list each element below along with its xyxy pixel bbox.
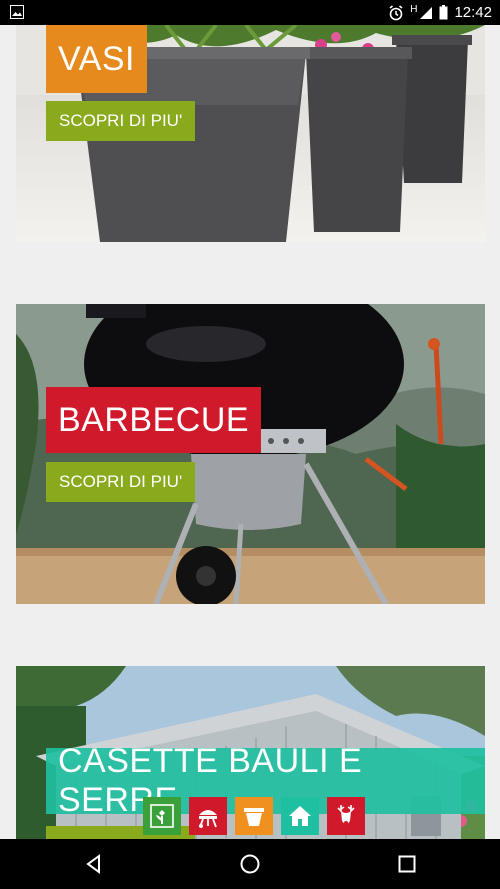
home-icon: [240, 854, 260, 874]
discover-more-button-barbecue[interactable]: SCOPRI DI PIU': [46, 462, 196, 502]
recents-button[interactable]: [377, 839, 437, 889]
back-icon: [86, 854, 100, 874]
signal-icon: [419, 6, 433, 20]
home-button[interactable]: [220, 839, 280, 889]
barbecue-icon[interactable]: [189, 797, 227, 835]
content-area[interactable]: VASI SCOPRI DI PIU' BARBECUE SCOPRI DI P…: [0, 25, 500, 839]
house-icon[interactable]: [281, 797, 319, 835]
category-card-vasi[interactable]: VASI SCOPRI DI PIU': [16, 25, 485, 242]
barbecue-photo: [16, 304, 485, 604]
category-card-barbecue[interactable]: BARBECUE SCOPRI DI PIU': [16, 304, 485, 604]
image-notification-icon: [10, 5, 24, 19]
clock: 12:42: [454, 4, 492, 21]
network-type-label: H: [410, 4, 418, 15]
status-bar: H 12:42: [0, 0, 500, 25]
category-icon-strip: [143, 797, 365, 835]
navigation-bar: [0, 839, 500, 889]
battery-icon: [439, 5, 448, 20]
reindeer-icon[interactable]: [327, 797, 365, 835]
recents-icon: [398, 855, 416, 873]
flower-icon[interactable]: [143, 797, 181, 835]
category-title-vasi: VASI: [46, 25, 147, 93]
pot-icon[interactable]: [235, 797, 273, 835]
alarm-icon: [388, 4, 404, 21]
back-button[interactable]: [64, 839, 124, 889]
category-title-barbecue: BARBECUE: [46, 387, 262, 453]
discover-more-button-vasi[interactable]: SCOPRI DI PIU': [46, 101, 196, 141]
